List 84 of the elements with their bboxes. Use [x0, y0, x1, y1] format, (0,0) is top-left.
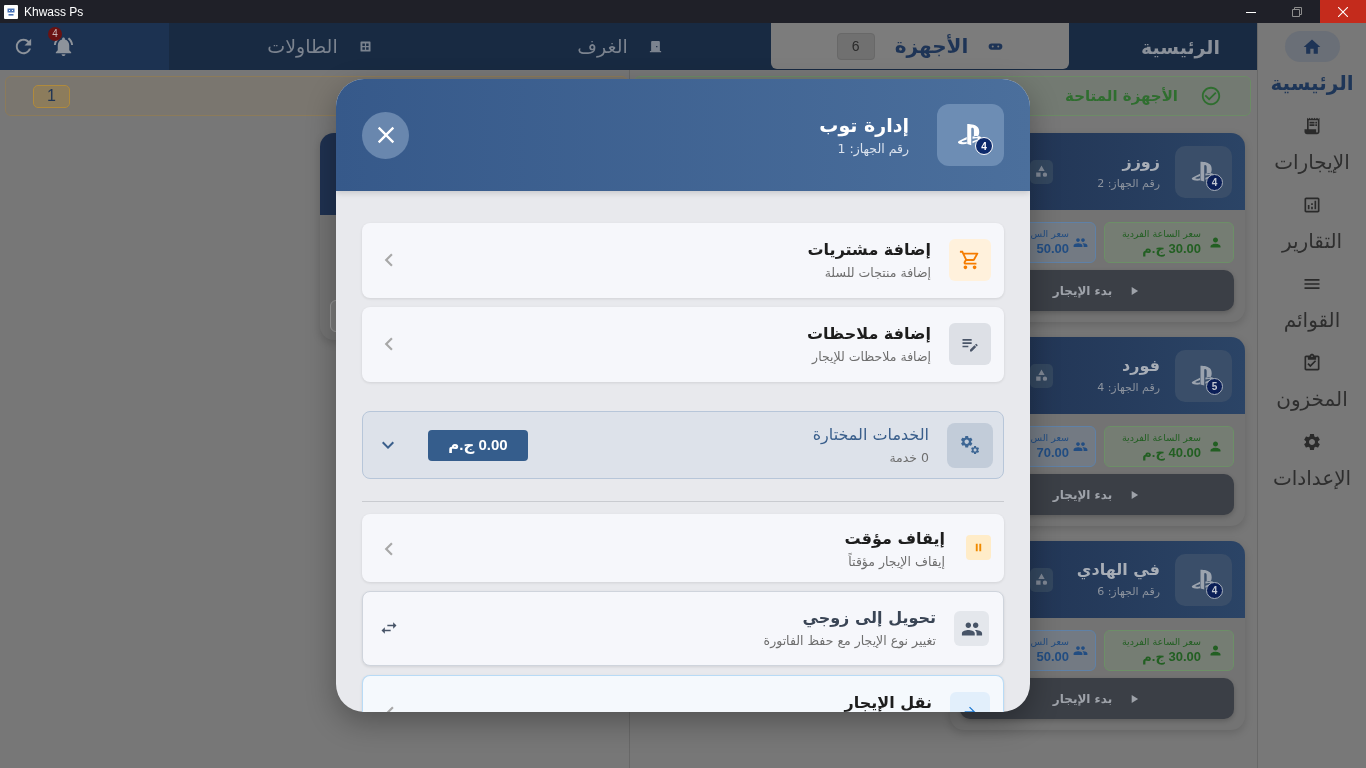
rate-label: سعر الساعة الفردية — [1121, 227, 1201, 240]
rate-label: سعر الساعة الفردية — [1121, 635, 1201, 648]
receipt-icon — [1302, 116, 1322, 136]
rate-price: 30.00 ج.م — [1142, 648, 1201, 666]
action-title: إضافة مشتريات — [807, 239, 931, 261]
rate-label: سعر الس — [1030, 227, 1069, 240]
action-title: إيقاف مؤقت — [844, 528, 945, 550]
action-subtitle: تغيير نوع الإيجار مع حفظ الفاتورة — [763, 632, 936, 650]
sidebar-item[interactable]: الإعدادات — [1258, 427, 1366, 494]
device-number: رقم الجهاز: 4 — [1097, 380, 1160, 396]
app-icon — [4, 4, 18, 19]
door-icon — [647, 38, 663, 54]
pause-icon — [966, 535, 991, 560]
device-number: رقم الجهاز: 2 — [1097, 176, 1160, 192]
people-icon — [1073, 235, 1088, 250]
rate-price: 30.00 ج.م — [1142, 240, 1201, 258]
close-button[interactable] — [362, 111, 409, 159]
action-subtitle: إضافة ملاحظات للإيجار — [812, 348, 931, 366]
rate-label: سعر الس — [1030, 635, 1069, 648]
cart-icon — [949, 239, 991, 281]
clipboard-check-icon — [1302, 353, 1322, 373]
person-icon — [1208, 235, 1223, 250]
services-panel[interactable]: الخدمات المختارة 0 خدمة 0.00 ج.م — [362, 411, 1004, 479]
bell-icon — [51, 35, 75, 58]
sidebar-item[interactable]: الرئيسية — [1258, 31, 1366, 99]
people-icon — [1073, 643, 1088, 658]
shapes-button[interactable] — [1030, 567, 1053, 592]
services-count: 0 خدمة — [889, 448, 929, 467]
action-title: نقل الإيجار — [844, 692, 932, 712]
device-name: زوزز — [1122, 151, 1160, 173]
nav-tab[interactable]: الطاولات — [171, 23, 469, 69]
edit-note-icon — [949, 323, 991, 365]
sidebar-item[interactable]: المخزون — [1258, 348, 1366, 415]
shapes-button[interactable] — [1030, 159, 1053, 184]
window-title: Khwass Ps — [24, 4, 84, 19]
notification-count: 4 — [48, 26, 62, 41]
action-subtitle: إيقاف الإيجار مؤقتاً — [848, 553, 945, 571]
rate-price: 50.00 — [1036, 240, 1069, 258]
rate-label: سعر الس — [1030, 431, 1069, 444]
section-title: الأجهزة المتاحة — [1065, 87, 1178, 105]
shapes-button[interactable] — [1030, 363, 1053, 388]
action-card[interactable]: إيقاف مؤقت إيقاف الإيجار مؤقتاً — [362, 514, 1004, 582]
action-card[interactable]: إضافة ملاحظات إضافة ملاحظات للإيجار — [362, 307, 1004, 382]
shapes-icon — [1034, 164, 1049, 179]
count-badge: 1 — [33, 84, 70, 108]
device-name: في الهادي — [1076, 559, 1160, 581]
action-subtitle: إضافة منتجات للسلة — [824, 264, 931, 282]
people-icon — [954, 611, 989, 646]
gears-icon — [947, 422, 993, 468]
device-number: رقم الجهاز: 6 — [1097, 584, 1160, 600]
home-icon — [1284, 31, 1340, 62]
action-card[interactable]: إضافة مشتريات إضافة منتجات للسلة — [362, 223, 1004, 298]
person-icon — [1208, 439, 1223, 454]
bar-chart-icon — [1302, 195, 1322, 215]
controller-count: 4 — [975, 137, 993, 155]
controller-count: 4 — [1206, 173, 1223, 191]
action-card[interactable]: نقل الإيجار — [362, 675, 1004, 712]
rate-price: 70.00 — [1036, 444, 1069, 462]
page-title: الرئيسية — [1140, 34, 1221, 61]
action-title: تحويل إلى زوجي — [802, 607, 936, 629]
action-title: إضافة ملاحظات — [807, 323, 931, 345]
close-icon — [1338, 6, 1348, 17]
dialog-subtitle: رقم الجهاز: 1 — [837, 140, 909, 158]
device-name: فورد — [1122, 355, 1160, 377]
shapes-icon — [1034, 368, 1049, 383]
people-icon — [1073, 439, 1088, 454]
action-card[interactable]: تحويل إلى زوجي تغيير نوع الإيجار مع حفظ الفاتورة — [362, 591, 1004, 666]
dialog-title: إدارة توب — [819, 113, 909, 138]
rate-price: 40.00 ج.م — [1142, 444, 1201, 462]
controller-count: 5 — [1206, 377, 1223, 395]
nav-tab[interactable]: الغرف — [471, 23, 769, 69]
count-badge: 6 — [836, 32, 875, 60]
person-icon — [1208, 643, 1223, 658]
controller-count: 4 — [1206, 581, 1223, 599]
settings-icon — [1302, 432, 1322, 452]
services-title: الخدمات المختارة — [812, 423, 929, 446]
sidebar-item[interactable]: الإيجارات — [1258, 111, 1366, 178]
shapes-icon — [1034, 572, 1049, 587]
sidebar-item[interactable]: التقارير — [1258, 190, 1366, 257]
services-total: 0.00 ج.م — [428, 429, 528, 461]
restore-icon — [1292, 6, 1302, 17]
rate-label: سعر الساعة الفردية — [1121, 431, 1201, 444]
sidebar-item[interactable]: القوائم — [1258, 269, 1366, 336]
rate-price: 50.00 — [1036, 648, 1069, 666]
